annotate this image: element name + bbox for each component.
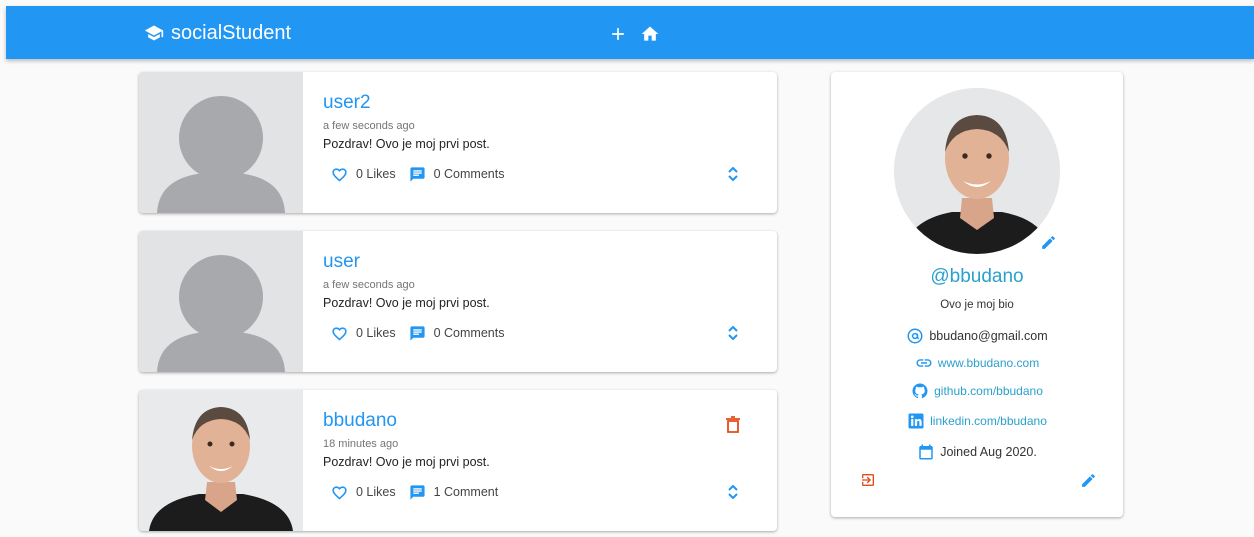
app-bar: socialStudent bbox=[6, 6, 1254, 59]
brand-link[interactable]: socialStudent bbox=[144, 21, 291, 45]
post-actions: 0 Likes 0 Comments bbox=[331, 323, 504, 343]
graduation-cap-icon bbox=[144, 23, 164, 43]
avatar-photo bbox=[139, 390, 303, 531]
post-author[interactable]: user bbox=[323, 251, 360, 273]
avatar-placeholder bbox=[139, 72, 303, 213]
heart-outline-icon bbox=[331, 325, 356, 342]
pencil-icon bbox=[1080, 472, 1097, 489]
comments-count: 1 Comment bbox=[433, 485, 499, 499]
comments-count: 0 Comments bbox=[433, 167, 505, 181]
trash-icon bbox=[725, 416, 741, 434]
unfold-more-icon bbox=[726, 483, 740, 501]
edit-profile-button[interactable] bbox=[1078, 470, 1098, 490]
profile-card: @bbudano Ovo je moj bio bbudano@gmail.co… bbox=[831, 72, 1123, 517]
linkedin-icon bbox=[907, 412, 930, 430]
github-icon bbox=[911, 382, 934, 400]
profile-handle: @bbudano bbox=[930, 266, 1024, 287]
post-body: Pozdrav! Ovo je moj prvi post. bbox=[323, 137, 490, 151]
app-title: socialStudent bbox=[171, 21, 292, 44]
comments-count: 0 Comments bbox=[433, 326, 505, 340]
logout-button[interactable] bbox=[858, 470, 878, 490]
post-body: Pozdrav! Ovo je moj prvi post. bbox=[323, 455, 490, 469]
unfold-more-icon bbox=[726, 165, 740, 183]
linkedin-link[interactable]: linkedin.com/bbudano bbox=[930, 414, 1047, 428]
likes-count: 0 Likes bbox=[356, 485, 396, 499]
expand-button[interactable] bbox=[724, 482, 742, 502]
comment-icon bbox=[409, 325, 434, 342]
at-sign-icon bbox=[906, 327, 929, 345]
post-time: a few seconds ago bbox=[323, 120, 415, 132]
avatar-placeholder bbox=[139, 231, 303, 372]
expand-button[interactable] bbox=[724, 164, 742, 184]
plus-icon bbox=[608, 24, 628, 44]
comments-button[interactable]: 0 Comments bbox=[409, 325, 505, 342]
like-button[interactable]: 0 Likes bbox=[331, 325, 396, 342]
logout-icon bbox=[860, 472, 876, 488]
joined-text: Joined Aug 2020. bbox=[940, 445, 1037, 459]
like-button[interactable]: 0 Likes bbox=[331, 484, 396, 501]
profile-website: www.bbudano.com bbox=[831, 353, 1123, 373]
post-card: user a few seconds ago Pozdrav! Ovo je m… bbox=[139, 231, 777, 372]
heart-outline-icon bbox=[331, 484, 356, 501]
profile-github: github.com/bbudano bbox=[831, 381, 1123, 401]
unfold-more-icon bbox=[726, 324, 740, 342]
website-link[interactable]: www.bbudano.com bbox=[938, 356, 1039, 370]
post-actions: 0 Likes 1 Comment bbox=[331, 482, 498, 502]
heart-outline-icon bbox=[331, 166, 356, 183]
profile-bio: Ovo je moj bio bbox=[940, 299, 1014, 311]
add-post-button[interactable] bbox=[604, 20, 632, 48]
post-time: 18 minutes ago bbox=[323, 438, 399, 450]
comments-button[interactable]: 0 Comments bbox=[409, 166, 505, 183]
link-icon bbox=[915, 354, 938, 372]
post-body: Pozdrav! Ovo je moj prvi post. bbox=[323, 296, 490, 310]
delete-post-button[interactable] bbox=[723, 415, 743, 435]
email-text: bbudano@gmail.com bbox=[929, 329, 1048, 343]
likes-count: 0 Likes bbox=[356, 326, 396, 340]
expand-button[interactable] bbox=[724, 323, 742, 343]
home-button[interactable] bbox=[636, 20, 664, 48]
pencil-icon bbox=[1040, 234, 1057, 251]
post-time: a few seconds ago bbox=[323, 279, 415, 291]
home-icon bbox=[640, 24, 660, 44]
post-card: user2 a few seconds ago Pozdrav! Ovo je … bbox=[139, 72, 777, 213]
calendar-icon bbox=[917, 443, 940, 461]
edit-photo-button[interactable] bbox=[1038, 232, 1058, 252]
profile-linkedin: linkedin.com/bbudano bbox=[831, 411, 1123, 431]
comment-icon bbox=[409, 484, 434, 501]
like-button[interactable]: 0 Likes bbox=[331, 166, 396, 183]
post-card: bbudano 18 minutes ago Pozdrav! Ovo je m… bbox=[139, 390, 777, 531]
likes-count: 0 Likes bbox=[356, 167, 396, 181]
post-actions: 0 Likes 0 Comments bbox=[331, 164, 504, 184]
comments-button[interactable]: 1 Comment bbox=[409, 484, 499, 501]
profile-email: bbudano@gmail.com bbox=[831, 326, 1123, 346]
post-author[interactable]: bbudano bbox=[323, 410, 397, 432]
profile-photo bbox=[894, 88, 1060, 254]
comment-icon bbox=[409, 166, 434, 183]
github-link[interactable]: github.com/bbudano bbox=[934, 384, 1043, 398]
post-author[interactable]: user2 bbox=[323, 92, 371, 114]
profile-joined: Joined Aug 2020. bbox=[831, 442, 1123, 462]
